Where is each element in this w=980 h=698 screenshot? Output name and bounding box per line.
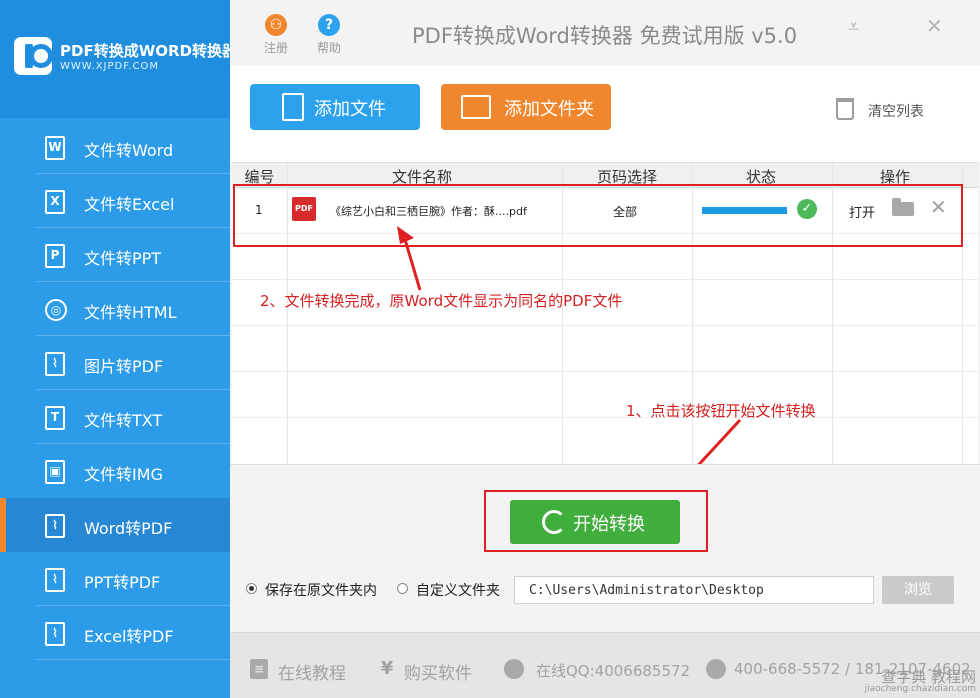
help-button[interactable]: ? 帮助 — [309, 14, 349, 56]
sidebar-item-label: Excel转PDF — [84, 627, 174, 646]
buy-software-link[interactable]: 购买软件 — [404, 659, 472, 684]
start-conversion-label: 开始转换 — [573, 514, 645, 535]
browse-button[interactable]: 浏览 — [882, 576, 954, 604]
pdf-file-icon: ⌇ — [45, 514, 65, 538]
annotation-note-2: 2、文件转换完成，原Word文件显示为同名的PDF文件 — [260, 292, 623, 310]
watermark: 查字典 教程网 jiaocheng.chazidian.com — [846, 666, 978, 696]
start-conversion-button[interactable]: 开始转换 — [510, 500, 680, 544]
sidebar-item-label: 文件转Word — [84, 141, 174, 160]
sidebar-item-file-to-word[interactable]: W 文件转Word — [0, 120, 230, 174]
add-folder-button[interactable]: 添加文件夹 — [441, 84, 611, 130]
pdf-file-icon: ⌇ — [45, 622, 65, 646]
qq-icon — [504, 659, 524, 679]
document-icon — [282, 93, 304, 121]
divider — [232, 417, 978, 418]
help-label: 帮助 — [316, 41, 341, 55]
pdf-file-icon: ⌇ — [45, 352, 65, 376]
register-button[interactable]: ⚇ 注册 — [256, 14, 296, 56]
refresh-icon — [542, 510, 566, 534]
clear-list-label: 清空列表 — [868, 104, 924, 120]
app-logo: PDF转换成WORD转换器 WWW.XJPDF.COM — [0, 0, 237, 118]
sidebar-item-excel-to-pdf[interactable]: ⌇ Excel转PDF — [0, 606, 230, 660]
sidebar-item-file-to-excel[interactable]: X 文件转Excel — [0, 174, 230, 228]
sidebar-item-file-to-img[interactable]: ▣ 文件转IMG — [0, 444, 230, 498]
logo-url: WWW.XJPDF.COM — [60, 61, 160, 72]
window-title: PDF转换成Word转换器 免费试用版 v5.0 — [412, 24, 798, 48]
yuan-icon: ¥ — [380, 658, 394, 679]
logo-icon — [14, 37, 53, 75]
pdf-file-icon: ⌇ — [45, 568, 65, 592]
divider — [232, 279, 978, 280]
custom-folder-radio[interactable] — [397, 583, 408, 594]
help-icon: ? — [318, 14, 340, 36]
excel-file-icon: X — [45, 190, 65, 214]
divider — [232, 371, 978, 372]
sidebar-item-word-to-pdf[interactable]: ⌇ Word转PDF — [0, 498, 230, 552]
sidebar-item-label: Word转PDF — [84, 519, 173, 538]
add-file-label: 添加文件 — [314, 99, 386, 120]
annotation-note-1: 1、点击该按钮开始文件转换 — [626, 402, 816, 420]
sidebar-item-label: 文件转HTML — [84, 303, 177, 322]
online-tutorial-link[interactable]: 在线教程 — [278, 659, 346, 684]
minimize-icon[interactable]: ⩡ — [848, 14, 859, 38]
image-file-icon: ▣ — [45, 460, 65, 484]
sidebar-item-ppt-to-pdf[interactable]: ⌇ PPT转PDF — [0, 552, 230, 606]
sidebar-item-label: 文件转IMG — [84, 465, 163, 484]
divider — [232, 325, 978, 326]
tutorial-icon: ≡ — [250, 659, 268, 679]
add-folder-label: 添加文件夹 — [504, 99, 594, 120]
highlight-box-row — [233, 184, 963, 247]
folder-icon — [461, 95, 491, 119]
logo-title: PDF转换成WORD转换器 — [60, 42, 237, 60]
online-qq-link[interactable]: 在线QQ:4006685572 — [536, 660, 690, 681]
word-file-icon: W — [45, 136, 65, 160]
sidebar-item-label: 文件转TXT — [84, 411, 163, 430]
sidebar-item-file-to-ppt[interactable]: P 文件转PPT — [0, 228, 230, 282]
sidebar-item-label: 文件转PPT — [84, 249, 162, 268]
title-bar: ⚇ 注册 ? 帮助 PDF转换成Word转换器 免费试用版 v5.0 ⩡ ✕ — [230, 0, 980, 66]
add-file-button[interactable]: 添加文件 — [250, 84, 420, 130]
txt-file-icon: T — [45, 406, 65, 430]
sidebar-item-label: 文件转Excel — [84, 195, 175, 214]
sidebar: PDF转换成WORD转换器 WWW.XJPDF.COM W 文件转Word X … — [0, 0, 237, 698]
output-path-input[interactable] — [514, 576, 874, 604]
globe-icon: ◎ — [45, 299, 67, 321]
phone-icon — [706, 659, 726, 679]
watermark-url: jiaocheng.chazidian.com — [864, 684, 976, 694]
save-original-label: 保存在原文件夹内 — [265, 583, 377, 599]
sidebar-item-file-to-txt[interactable]: T 文件转TXT — [0, 390, 230, 444]
ppt-file-icon: P — [45, 244, 65, 268]
sidebar-item-file-to-html[interactable]: ◎ 文件转HTML — [0, 282, 230, 336]
save-original-radio[interactable] — [246, 583, 257, 594]
toolbar: 添加文件 添加文件夹 清空列表 — [230, 66, 980, 162]
register-label: 注册 — [263, 41, 288, 55]
custom-folder-label: 自定义文件夹 — [416, 583, 500, 599]
divider — [36, 659, 230, 660]
register-icon: ⚇ — [265, 14, 287, 36]
trash-icon — [836, 98, 854, 120]
close-icon[interactable]: ✕ — [926, 14, 943, 38]
sidebar-item-label: PPT转PDF — [84, 573, 161, 592]
sidebar-item-label: 图片转PDF — [84, 357, 164, 376]
sidebar-item-image-to-pdf[interactable]: ⌇ 图片转PDF — [0, 336, 230, 390]
